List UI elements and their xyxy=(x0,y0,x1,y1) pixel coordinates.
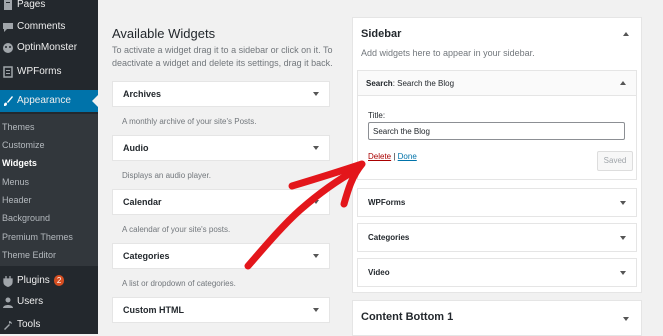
users-icon xyxy=(3,297,13,308)
content-bottom-title: Content Bottom 1 xyxy=(361,311,454,323)
submenu-background[interactable]: Background xyxy=(2,211,50,225)
menu-appearance[interactable]: Appearance xyxy=(0,90,98,112)
search-widget-header[interactable]: Search: Search the Blog xyxy=(358,71,636,96)
widget-title: Archives xyxy=(123,89,162,99)
admin-sidebar: Pages Comments OptinMonster WPForms Appe… xyxy=(0,0,98,334)
delete-link[interactable]: Delete xyxy=(368,152,391,161)
menu-optinmonster[interactable]: OptinMonster xyxy=(0,39,98,57)
widget-description: A list or dropdown of categories. xyxy=(122,279,236,288)
chevron-down-icon[interactable] xyxy=(620,236,626,240)
submenu-menus[interactable]: Menus xyxy=(2,175,29,189)
widget-audio[interactable]: Audio xyxy=(112,135,330,161)
chevron-down-icon[interactable] xyxy=(620,201,626,205)
menu-label: Pages xyxy=(17,0,46,10)
menu-wpforms[interactable]: WPForms xyxy=(0,63,98,81)
update-count-badge: 2 xyxy=(53,274,65,286)
wpforms-icon xyxy=(3,66,13,78)
widget-title: Custom HTML xyxy=(123,305,184,315)
chevron-up-icon[interactable] xyxy=(620,81,626,85)
menu-label: Tools xyxy=(17,319,41,330)
plugins-icon xyxy=(3,276,13,287)
sidebar-widget-categories[interactable]: Categories xyxy=(357,223,637,252)
search-widget-expanded: Search: Search the Blog Title: Delete | … xyxy=(357,70,637,180)
widget-actions: Delete | Done xyxy=(368,152,417,161)
appearance-submenu: Themes Customize Widgets Menus Header Ba… xyxy=(0,114,98,266)
widget-archives[interactable]: Archives xyxy=(112,81,330,107)
menu-label: Plugins 2 xyxy=(17,272,65,290)
widget-custom-html[interactable]: Custom HTML xyxy=(112,297,330,323)
sidebar-title: Sidebar xyxy=(361,28,402,40)
widget-subtitle: : Search the Blog xyxy=(392,79,455,88)
pages-icon xyxy=(4,0,12,10)
menu-label: Appearance xyxy=(17,95,71,106)
widget-categories[interactable]: Categories xyxy=(112,243,330,269)
submenu-themes[interactable]: Themes xyxy=(2,120,35,134)
menu-plugins[interactable]: Plugins 2 xyxy=(0,272,98,290)
chevron-down-icon[interactable] xyxy=(313,308,319,312)
chevron-down-icon[interactable] xyxy=(620,271,626,275)
submenu-header[interactable]: Header xyxy=(2,193,32,207)
widget-description: Displays an audio player. xyxy=(122,171,211,180)
tools-icon xyxy=(4,321,12,330)
chevron-down-icon[interactable] xyxy=(623,317,629,321)
title-input[interactable] xyxy=(368,122,625,140)
submenu-premium-themes[interactable]: Premium Themes xyxy=(2,230,73,244)
widget-title: Audio xyxy=(123,143,149,153)
submenu-theme-editor[interactable]: Theme Editor xyxy=(2,248,56,262)
widget-title: WPForms xyxy=(368,198,406,207)
done-link[interactable]: Done xyxy=(398,152,417,161)
sidebar-widget-video[interactable]: Video xyxy=(357,258,637,287)
widget-title: Categories xyxy=(368,233,410,242)
widget-description: A monthly archive of your site's Posts. xyxy=(122,117,257,126)
widget-calendar[interactable]: Calendar xyxy=(112,189,330,215)
plugins-label: Plugins xyxy=(17,275,50,286)
widget-title: Calendar xyxy=(123,197,162,207)
available-widgets-description: To activate a widget drag it to a sideba… xyxy=(112,45,333,68)
widget-title: Video xyxy=(368,268,390,277)
submenu-customize[interactable]: Customize xyxy=(2,138,45,152)
content-bottom-1-area[interactable]: Content Bottom 1 xyxy=(352,300,642,336)
search-widget-title: Search: Search the Blog xyxy=(366,79,454,88)
sidebar-widget-wpforms[interactable]: WPForms xyxy=(357,188,637,217)
paintbrush-icon xyxy=(4,96,13,106)
menu-label: Comments xyxy=(17,21,66,32)
widget-title: Categories xyxy=(123,251,170,261)
widget-description: A calendar of your site's posts. xyxy=(122,225,231,234)
menu-users[interactable]: Users xyxy=(0,293,98,311)
widget-name: Search xyxy=(366,79,393,88)
title-field-label: Title: xyxy=(368,111,386,120)
chevron-down-icon[interactable] xyxy=(313,254,319,258)
chevron-down-icon[interactable] xyxy=(313,200,319,204)
menu-label: Users xyxy=(17,296,44,307)
saved-button[interactable]: Saved xyxy=(597,151,633,171)
menu-comments[interactable]: Comments xyxy=(0,18,98,36)
chevron-down-icon[interactable] xyxy=(313,92,319,96)
chevron-down-icon[interactable] xyxy=(313,146,319,150)
menu-tools[interactable]: Tools xyxy=(0,316,98,334)
optinmonster-icon xyxy=(3,43,13,53)
available-widgets-title: Available Widgets xyxy=(112,26,216,41)
sidebar-widget-area: Sidebar Add widgets here to appear in yo… xyxy=(352,17,642,293)
sidebar-description: Add widgets here to appear in your sideb… xyxy=(361,48,535,58)
menu-label: WPForms xyxy=(17,66,62,77)
submenu-widgets[interactable]: Widgets xyxy=(2,156,37,170)
comments-icon xyxy=(3,23,13,32)
chevron-up-icon[interactable] xyxy=(623,32,629,36)
menu-label: OptinMonster xyxy=(17,42,78,53)
menu-pages[interactable]: Pages xyxy=(0,0,98,14)
